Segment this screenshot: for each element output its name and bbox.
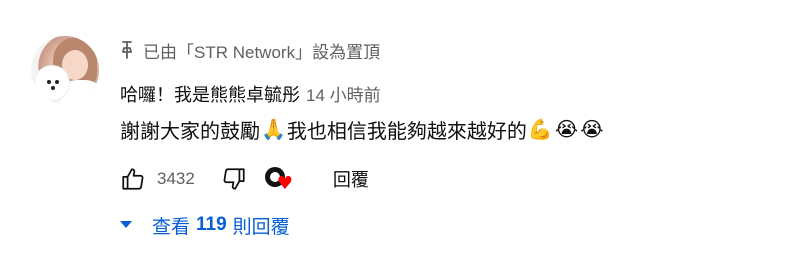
comment-actions: 3432 ♥ 回覆 bbox=[118, 162, 369, 196]
dislike-button[interactable] bbox=[219, 164, 249, 194]
heart-icon: ♥ bbox=[276, 173, 293, 194]
crying-emoji-2: 😭 bbox=[580, 117, 604, 141]
like-count: 3432 bbox=[157, 169, 195, 188]
creator-heart-badge: ♥ bbox=[264, 162, 299, 196]
author-avatar[interactable] bbox=[31, 36, 99, 104]
like-button[interactable] bbox=[118, 164, 148, 194]
replies-suffix: 則回覆 bbox=[232, 216, 290, 238]
comment-header: 哈囉！我是熊熊卓毓彤 14 小時前 bbox=[120, 81, 381, 105]
author-name[interactable]: 哈囉！我是熊熊卓毓彤 bbox=[120, 81, 300, 107]
muscle-emoji: 💪 bbox=[527, 117, 553, 141]
pray-emoji: 🙏 bbox=[261, 117, 286, 141]
replies-count: 119 bbox=[196, 214, 227, 235]
pin-icon bbox=[120, 40, 134, 60]
caret-down-icon bbox=[118, 217, 134, 233]
reply-button[interactable]: 回覆 bbox=[333, 162, 369, 196]
comment-text-part-2: 我也相信我能夠越來越好的 bbox=[286, 120, 527, 143]
view-replies-button[interactable]: 查看 119 則回覆 bbox=[118, 210, 290, 240]
avatar-dog bbox=[35, 66, 69, 100]
replies-prefix: 查看 bbox=[152, 216, 191, 238]
crying-emoji-1: 😭 bbox=[554, 117, 579, 141]
pinned-text: 已由「STR Network」設為置頂 bbox=[143, 42, 381, 62]
comment-text-part-1: 謝謝大家的鼓勵 bbox=[120, 120, 260, 143]
pinned-indicator: 已由「STR Network」設為置頂 bbox=[120, 38, 380, 62]
comment-thread: 已由「STR Network」設為置頂 哈囉！我是熊熊卓毓彤 14 小時前 謝謝… bbox=[0, 0, 786, 262]
thumbs-up-icon bbox=[122, 168, 144, 190]
comment-body: 謝謝大家的鼓勵 🙏 我也相信我能夠越來越好的 💪 😭 😭 bbox=[120, 115, 605, 143]
comment-timestamp[interactable]: 14 小時前 bbox=[306, 81, 381, 106]
thumbs-down-icon bbox=[223, 168, 245, 190]
